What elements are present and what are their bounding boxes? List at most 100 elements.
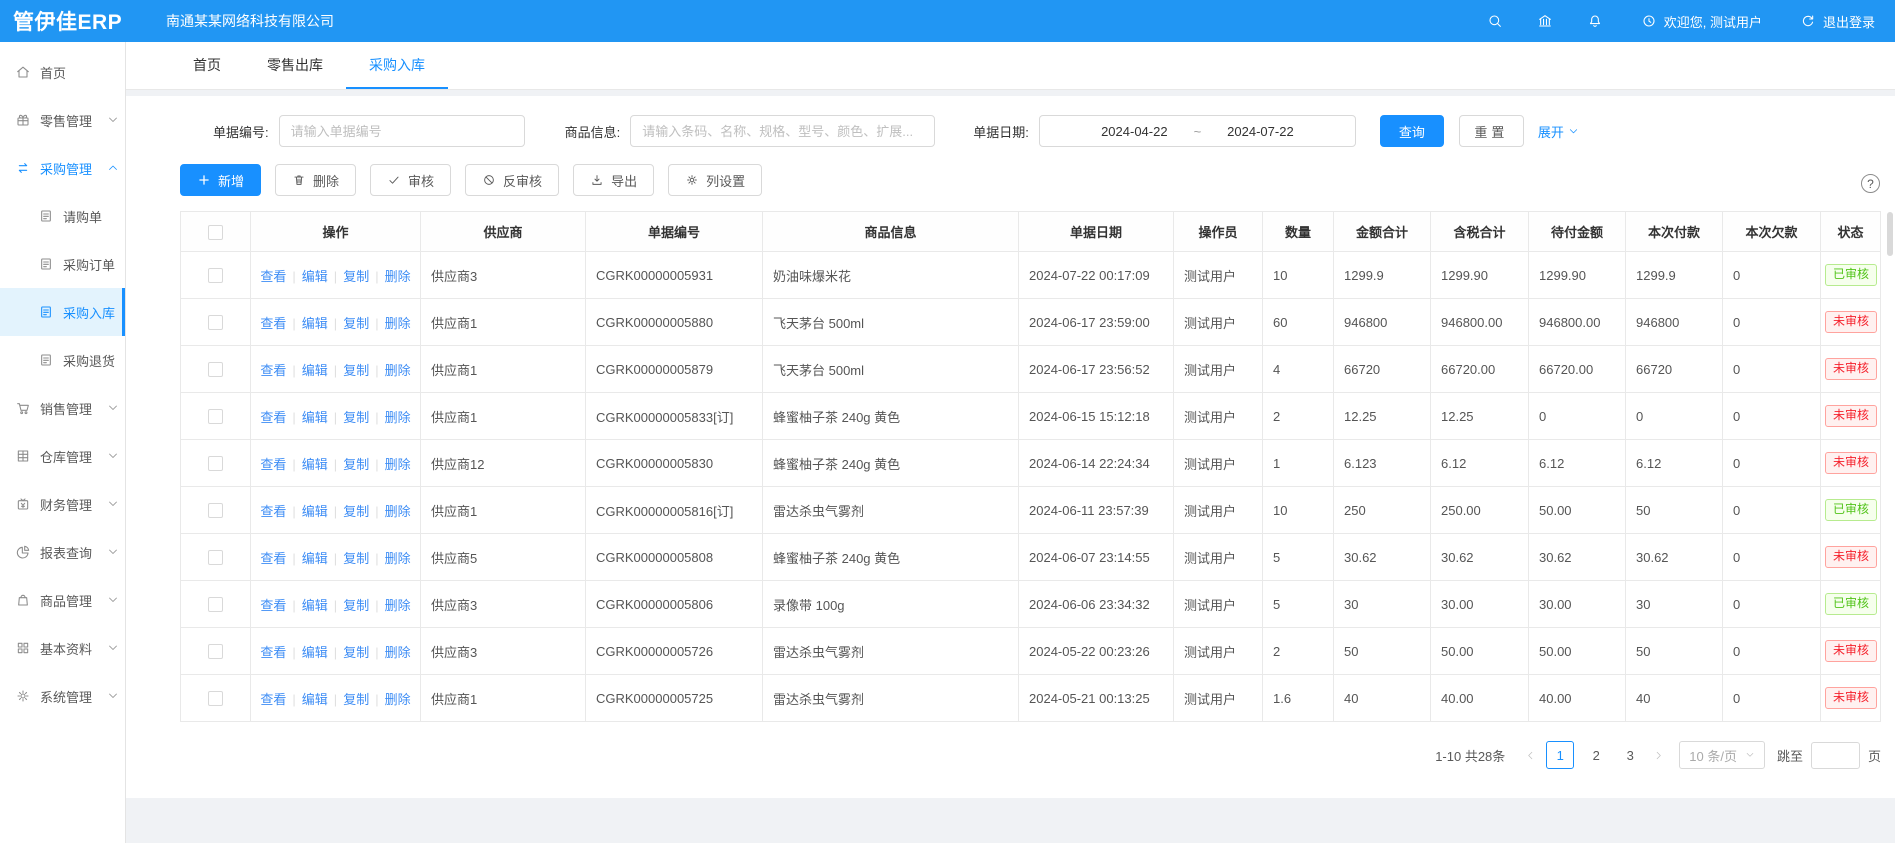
scrollbar-thumb[interactable] <box>1887 212 1893 256</box>
查看-link[interactable]: 查看 <box>260 410 286 425</box>
row-checkbox[interactable] <box>208 315 223 330</box>
sidebar-item-基本资料[interactable]: 基本资料 <box>0 624 125 672</box>
反审核-button[interactable]: 反审核 <box>465 164 559 196</box>
prev-page-button[interactable] <box>1519 741 1541 769</box>
删除-link[interactable]: 删除 <box>385 363 411 378</box>
编辑-link[interactable]: 编辑 <box>302 598 328 613</box>
sidebar-item-系统管理[interactable]: 系统管理 <box>0 672 125 720</box>
sidebar-item-财务管理[interactable]: 财务管理 <box>0 480 125 528</box>
bank-icon[interactable] <box>1537 13 1553 29</box>
date-start-value[interactable]: 2024-04-22 <box>1101 124 1168 139</box>
sidebar-item-商品管理[interactable]: 商品管理 <box>0 576 125 624</box>
复制-link[interactable]: 复制 <box>343 692 369 707</box>
编辑-link[interactable]: 编辑 <box>302 269 328 284</box>
查看-link[interactable]: 查看 <box>260 645 286 660</box>
新增-button[interactable]: 新增 <box>180 164 261 196</box>
search-icon[interactable] <box>1487 13 1503 29</box>
bell-icon[interactable] <box>1587 13 1603 29</box>
编辑-link[interactable]: 编辑 <box>302 692 328 707</box>
删除-link[interactable]: 删除 <box>385 645 411 660</box>
查看-link[interactable]: 查看 <box>260 316 286 331</box>
查看-link[interactable]: 查看 <box>260 457 286 472</box>
sidebar-item-首页[interactable]: 首页 <box>0 48 125 96</box>
tab-首页[interactable]: 首页 <box>170 42 244 89</box>
删除-link[interactable]: 删除 <box>385 598 411 613</box>
row-checkbox[interactable] <box>208 362 223 377</box>
row-checkbox[interactable] <box>208 456 223 471</box>
user-welcome[interactable]: 欢迎您, 测试用户 <box>1641 12 1762 31</box>
复制-link[interactable]: 复制 <box>343 504 369 519</box>
复制-link[interactable]: 复制 <box>343 316 369 331</box>
列设置-button[interactable]: 列设置 <box>668 164 762 196</box>
jump-page-input[interactable] <box>1811 742 1860 769</box>
reset-button[interactable]: 重置 <box>1459 115 1524 147</box>
ban-icon <box>482 173 496 187</box>
复制-link[interactable]: 复制 <box>343 645 369 660</box>
删除-link[interactable]: 删除 <box>385 457 411 472</box>
查看-link[interactable]: 查看 <box>260 692 286 707</box>
审核-button[interactable]: 审核 <box>370 164 451 196</box>
tab-采购入库[interactable]: 采购入库 <box>346 42 448 89</box>
date-range-picker[interactable]: 2024-04-22 ~ 2024-07-22 <box>1039 115 1356 147</box>
编辑-link[interactable]: 编辑 <box>302 363 328 378</box>
查看-link[interactable]: 查看 <box>260 598 286 613</box>
page-button-3[interactable]: 3 <box>1618 741 1642 769</box>
help-icon[interactable]: ? <box>1861 174 1880 193</box>
删除-link[interactable]: 删除 <box>385 551 411 566</box>
查看-link[interactable]: 查看 <box>260 504 286 519</box>
row-checkbox[interactable] <box>208 691 223 706</box>
page-button-1[interactable]: 1 <box>1546 741 1574 769</box>
date-end-value[interactable]: 2024-07-22 <box>1227 124 1294 139</box>
row-checkbox[interactable] <box>208 409 223 424</box>
编辑-link[interactable]: 编辑 <box>302 551 328 566</box>
row-checkbox[interactable] <box>208 550 223 565</box>
sidebar-item-零售管理[interactable]: 零售管理 <box>0 96 125 144</box>
cell-qty: 10 <box>1263 487 1334 534</box>
sidebar-item-采购入库[interactable]: 采购入库 <box>0 288 125 336</box>
删除-button[interactable]: 删除 <box>275 164 356 196</box>
jump-label: 跳至 <box>1777 746 1803 765</box>
select-all-checkbox[interactable] <box>208 225 223 240</box>
expand-link[interactable]: 展开 <box>1538 122 1579 141</box>
删除-link[interactable]: 删除 <box>385 504 411 519</box>
复制-link[interactable]: 复制 <box>343 269 369 284</box>
编辑-link[interactable]: 编辑 <box>302 457 328 472</box>
删除-link[interactable]: 删除 <box>385 410 411 425</box>
sidebar-item-请购单[interactable]: 请购单 <box>0 192 125 240</box>
删除-link[interactable]: 删除 <box>385 269 411 284</box>
sidebar-item-报表查询[interactable]: 报表查询 <box>0 528 125 576</box>
复制-link[interactable]: 复制 <box>343 551 369 566</box>
删除-link[interactable]: 删除 <box>385 692 411 707</box>
sidebar-item-仓库管理[interactable]: 仓库管理 <box>0 432 125 480</box>
复制-link[interactable]: 复制 <box>343 410 369 425</box>
查看-link[interactable]: 查看 <box>260 269 286 284</box>
search-button[interactable]: 查询 <box>1380 115 1444 147</box>
sidebar-item-采购管理[interactable]: 采购管理 <box>0 144 125 192</box>
tab-零售出库[interactable]: 零售出库 <box>244 42 346 89</box>
复制-link[interactable]: 复制 <box>343 598 369 613</box>
复制-link[interactable]: 复制 <box>343 363 369 378</box>
logout-button[interactable]: 退出登录 <box>1800 12 1875 31</box>
复制-link[interactable]: 复制 <box>343 457 369 472</box>
row-checkbox[interactable] <box>208 644 223 659</box>
导出-button[interactable]: 导出 <box>573 164 654 196</box>
row-checkbox[interactable] <box>208 503 223 518</box>
删除-link[interactable]: 删除 <box>385 316 411 331</box>
page-button-2[interactable]: 2 <box>1584 741 1608 769</box>
next-page-button[interactable] <box>1647 741 1669 769</box>
sidebar-item-销售管理[interactable]: 销售管理 <box>0 384 125 432</box>
row-checkbox[interactable] <box>208 268 223 283</box>
order-no-input[interactable] <box>279 115 525 147</box>
row-checkbox[interactable] <box>208 597 223 612</box>
编辑-link[interactable]: 编辑 <box>302 410 328 425</box>
sidebar-item-采购退货[interactable]: 采购退货 <box>0 336 125 384</box>
page-size-select[interactable]: 10 条/页 <box>1679 741 1765 769</box>
编辑-link[interactable]: 编辑 <box>302 316 328 331</box>
status-badge: 未审核 <box>1825 358 1877 381</box>
编辑-link[interactable]: 编辑 <box>302 645 328 660</box>
sidebar-item-采购订单[interactable]: 采购订单 <box>0 240 125 288</box>
查看-link[interactable]: 查看 <box>260 363 286 378</box>
编辑-link[interactable]: 编辑 <box>302 504 328 519</box>
查看-link[interactable]: 查看 <box>260 551 286 566</box>
product-info-input[interactable] <box>630 115 935 147</box>
